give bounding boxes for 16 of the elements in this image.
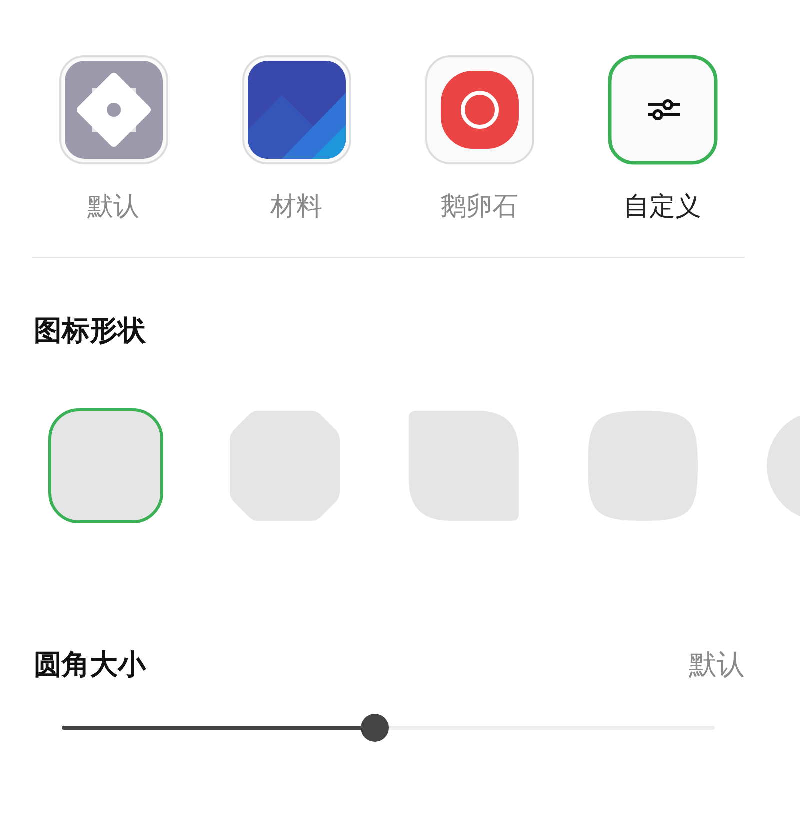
theme-icon — [242, 55, 352, 165]
corner-value: 默认 — [689, 647, 745, 683]
shape-option[interactable] — [227, 408, 343, 524]
icon-style-option[interactable]: 默认 — [22, 55, 205, 223]
theme-icon — [424, 55, 534, 165]
slider-thumb[interactable] — [361, 714, 390, 742]
theme-icon — [58, 55, 168, 165]
section-title: 圆角大小 — [34, 647, 146, 683]
section-title: 图标形状 — [34, 314, 147, 348]
icon-style-option[interactable]: 自定义 — [571, 55, 754, 223]
shape-option[interactable] — [406, 408, 522, 524]
icon-style-option[interactable]: 材料 — [205, 55, 388, 223]
icon-style-option[interactable]: 鹅卵石 — [388, 55, 571, 223]
shape-option[interactable] — [585, 408, 701, 524]
shape-option[interactable] — [48, 408, 164, 524]
theme-icon — [608, 55, 718, 165]
